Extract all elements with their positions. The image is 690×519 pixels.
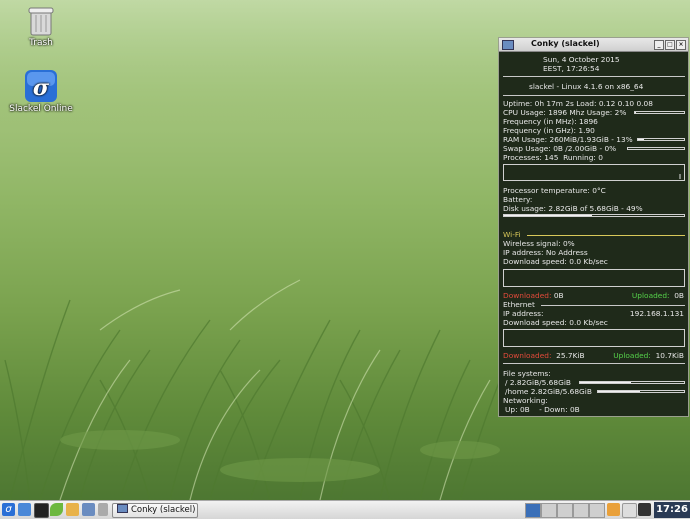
ethernet-graph — [503, 329, 685, 347]
fs-root-bar — [579, 381, 685, 384]
cpu-graph — [503, 164, 685, 181]
wireless-row: Wireless signal: 0% — [503, 239, 575, 248]
ram-bar — [637, 138, 685, 141]
divider — [503, 363, 685, 364]
fs-home: /home 2.82GiB/5.68GiB — [505, 387, 592, 396]
workspace-4[interactable] — [573, 503, 589, 518]
eth-ip-label: IP address: — [503, 309, 544, 318]
text-editor-icon[interactable] — [66, 503, 79, 516]
battery-row: Battery: — [503, 195, 533, 204]
workspace-5[interactable] — [589, 503, 605, 518]
volume-icon[interactable] — [622, 503, 637, 518]
window-icon — [117, 504, 128, 513]
cpu-bar — [634, 111, 685, 114]
svg-text:σ: σ — [33, 75, 50, 101]
conky-date: Sun, 4 October 2015 — [543, 55, 620, 64]
divider — [503, 76, 685, 77]
wifi-header: Wi-Fi — [503, 230, 521, 239]
taskbar: σ Conky (slackel) 17:26 — [0, 500, 690, 519]
maximize-button[interactable]: □ — [665, 40, 675, 50]
wifi-download-row: Download speed: 0.0 Kb/sec — [503, 257, 608, 266]
clock[interactable]: 17:26 — [654, 502, 690, 518]
swap-row: Swap Usage: 0B /2.00GiB - 0% — [503, 144, 617, 153]
terminal-icon[interactable] — [34, 503, 49, 518]
conky-window: Conky (slackel) _ □ × Sun, 4 October 201… — [498, 37, 689, 417]
fs-root-bar-fill — [580, 382, 631, 383]
uptime-row: Uptime: 0h 17m 2s Load: 0.12 0.10 0.08 — [503, 99, 653, 108]
package-icon[interactable] — [607, 503, 620, 516]
desktop-icon-slackel-online[interactable]: σ Slackel Online — [6, 70, 76, 114]
cpu-row: CPU Usage: 1896 Mhz Usage: 2% — [503, 108, 627, 117]
trash-icon — [28, 6, 54, 36]
divider — [503, 95, 685, 96]
wifi-divider — [527, 235, 685, 236]
start-menu-icon[interactable]: σ — [2, 503, 15, 516]
fs-home-bar — [597, 390, 685, 393]
eth-uploaded: Uploaded: 10.7KiB — [613, 351, 684, 360]
workspace-1[interactable] — [525, 503, 541, 518]
task-button-label: Conky (slackel) — [131, 505, 196, 515]
conky-titlebar[interactable]: Conky (slackel) _ □ × — [499, 38, 688, 52]
desktop-icon-trash[interactable]: Trash — [6, 6, 76, 48]
file-manager-icon[interactable] — [82, 503, 95, 516]
minimize-button[interactable]: _ — [654, 40, 664, 50]
show-desktop-icon[interactable] — [18, 503, 31, 516]
freq-ghz-row: Frequency (in GHz): 1.90 — [503, 126, 595, 135]
conky-system: slackel - Linux 4.1.6 on x86_64 — [529, 82, 644, 91]
launcher-icon[interactable] — [98, 503, 108, 516]
freq-mhz-row: Frequency (in MHz): 1896 — [503, 117, 598, 126]
cpu-bar-fill — [635, 112, 636, 113]
swap-bar — [627, 147, 685, 150]
close-button[interactable]: × — [676, 40, 686, 50]
wifi-downloaded: Downloaded: 0B — [503, 291, 564, 300]
ram-row: RAM Usage: 260MiB/1.93GiB - 13% — [503, 135, 633, 144]
conky-time: EEST, 17:26:54 — [543, 64, 600, 73]
ethernet-divider — [541, 305, 685, 306]
ethernet-header: Ethernet — [503, 300, 535, 309]
disk-row: Disk usage: 2.82GiB of 5.68GiB - 49% — [503, 204, 643, 213]
fs-root: / 2.82GiB/5.68GiB — [505, 378, 571, 387]
network-icon[interactable] — [638, 503, 651, 516]
task-button-conky[interactable]: Conky (slackel) — [112, 503, 198, 518]
fs-home-bar-fill — [598, 391, 641, 392]
wifi-uploaded: Uploaded: 0B — [631, 291, 684, 300]
networking-row: Up: 0B - Down: 0B — [505, 405, 580, 414]
cpu-graph-line — [679, 174, 681, 179]
networking-label: Networking: — [503, 396, 548, 405]
wifi-graph — [503, 269, 685, 287]
temp-row: Processor temperature: 0°C — [503, 186, 606, 195]
window-icon — [502, 40, 514, 50]
workspace-2[interactable] — [541, 503, 557, 518]
desktop-icon-label: Trash — [29, 38, 53, 48]
ram-bar-fill — [638, 139, 644, 140]
slackel-logo-icon: σ — [25, 70, 57, 102]
processes-row: Processes: 145 Running: 0 — [503, 153, 603, 162]
disk-bar-fill — [504, 215, 593, 216]
leaf-app-icon[interactable] — [50, 503, 63, 516]
eth-downloaded: Downloaded: 25.7KiB — [503, 351, 585, 360]
filesystems-label: File systems: — [503, 369, 551, 378]
eth-download-row: Download speed: 0.0 Kb/sec — [503, 318, 608, 327]
wifi-ip-row: IP address: No Address — [503, 248, 588, 257]
window-title: Conky (slackel) — [531, 39, 600, 48]
desktop-icon-label: Slackel Online — [9, 104, 73, 114]
disk-bar — [503, 214, 685, 217]
workspace-3[interactable] — [557, 503, 573, 518]
eth-ip-value: 192.168.1.131 — [629, 309, 684, 318]
